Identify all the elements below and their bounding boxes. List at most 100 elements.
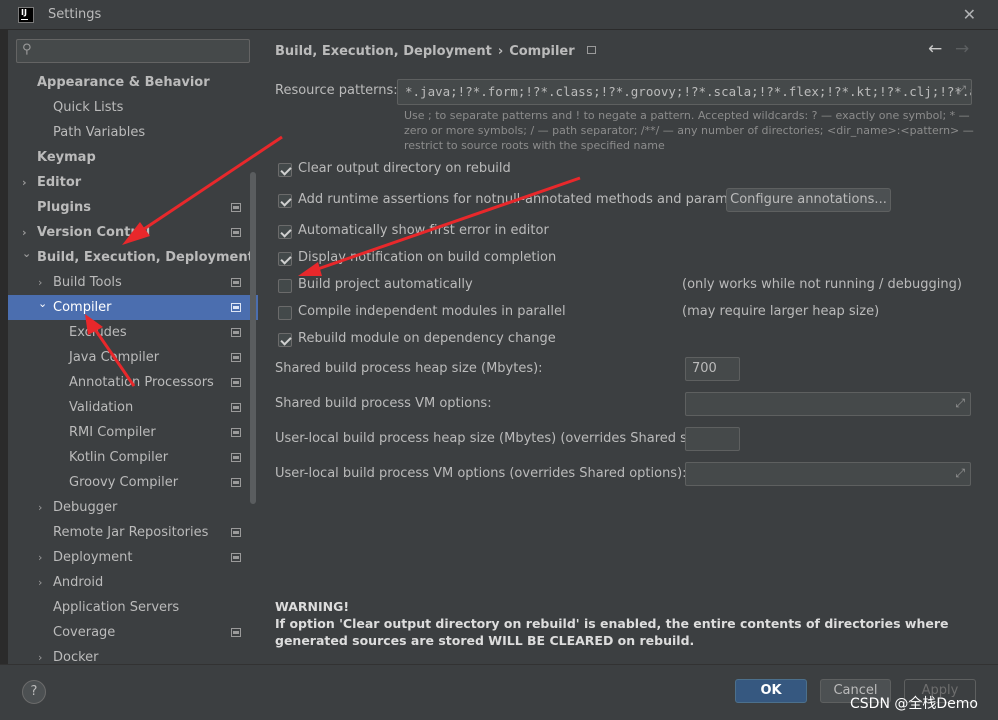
sidebar-item-excludes[interactable]: Excludes xyxy=(8,320,258,345)
project-scope-icon xyxy=(231,328,241,337)
sidebar-item-quick-lists[interactable]: Quick Lists xyxy=(8,95,258,120)
sidebar-item-appearance-behavior[interactable]: Appearance & Behavior xyxy=(8,70,258,95)
configure-annotations-button[interactable]: Configure annotations... xyxy=(726,188,891,212)
intellij-app-icon: IJ xyxy=(18,7,34,23)
settings-search-input[interactable]: ⚲ xyxy=(16,39,250,63)
chevron-down-icon[interactable]: ⌄ xyxy=(22,241,31,266)
sidebar-item-application-servers[interactable]: Application Servers xyxy=(8,595,258,620)
sidebar-item-compiler[interactable]: ⌄ Compiler xyxy=(8,295,258,320)
close-icon[interactable]: ✕ xyxy=(963,5,976,24)
project-scope-icon xyxy=(586,46,596,54)
project-scope-icon xyxy=(231,478,241,487)
shared-heap-size-input[interactable]: 700 xyxy=(685,357,740,381)
resource-patterns-label: Resource patterns: xyxy=(275,83,398,98)
checkbox-label: Clear output directory on rebuild xyxy=(298,161,511,176)
help-button[interactable]: ? xyxy=(22,680,46,704)
checkbox-label: Compile independent modules in parallel xyxy=(298,304,566,319)
checkbox[interactable] xyxy=(278,306,292,320)
sidebar-item-label: Coverage xyxy=(53,625,116,640)
shared-vm-options-label: Shared build process VM options: xyxy=(275,396,492,411)
option-note: (only works while not running / debuggin… xyxy=(682,277,962,292)
expand-field-icon[interactable]: ⤢ xyxy=(955,466,965,481)
expand-field-icon[interactable]: ⤢ xyxy=(956,83,966,98)
sidebar-item-version-control[interactable]: › Version Control xyxy=(8,220,258,245)
sidebar-item-annotation-processors[interactable]: Annotation Processors xyxy=(8,370,258,395)
checkbox[interactable] xyxy=(278,194,292,208)
resource-patterns-value: *.java;!?*.form;!?*.class;!?*.groovy;!?*… xyxy=(405,84,972,99)
project-scope-icon xyxy=(231,378,241,387)
ok-button[interactable]: OK xyxy=(735,679,807,703)
chevron-down-icon[interactable]: ⌄ xyxy=(38,291,47,316)
compiler-settings-panel: Build, Execution, Deployment › Compiler ← … xyxy=(258,30,998,664)
chevron-right-icon[interactable]: › xyxy=(22,170,27,195)
user-local-vm-options-label: User-local build process VM options (ove… xyxy=(275,466,687,481)
sidebar-item-groovy-compiler[interactable]: Groovy Compiler xyxy=(8,470,258,495)
sidebar-item-label: Remote Jar Repositories xyxy=(53,525,209,540)
expand-field-icon[interactable]: ⤢ xyxy=(955,396,965,411)
shared-vm-options-input[interactable]: ⤢ xyxy=(685,392,971,416)
sidebar-item-kotlin-compiler[interactable]: Kotlin Compiler xyxy=(8,445,258,470)
sidebar-item-android[interactable]: › Android xyxy=(8,570,258,595)
sidebar-item-label: Validation xyxy=(69,400,134,415)
project-scope-icon xyxy=(231,353,241,362)
user-local-vm-options-input[interactable]: ⤢ xyxy=(685,462,971,486)
sidebar-item-coverage[interactable]: Coverage xyxy=(8,620,258,645)
sidebar-item-label: Build, Execution, Deployment xyxy=(37,250,254,265)
project-scope-icon xyxy=(231,303,241,312)
sidebar-item-label: Version Control xyxy=(37,225,151,240)
option-note: (may require larger heap size) xyxy=(682,304,880,319)
user-local-heap-size-input[interactable] xyxy=(685,427,740,451)
sidebar-item-validation[interactable]: Validation xyxy=(8,395,258,420)
sidebar-item-label: Application Servers xyxy=(53,600,180,615)
sidebar-item-label: Plugins xyxy=(37,200,91,215)
sidebar-item-editor[interactable]: › Editor xyxy=(8,170,258,195)
checkbox[interactable] xyxy=(278,333,292,347)
shared-heap-size-value: 700 xyxy=(692,361,717,376)
sidebar-item-label: Appearance & Behavior xyxy=(37,75,210,90)
sidebar-item-label: Deployment xyxy=(53,550,133,565)
checkbox[interactable] xyxy=(278,225,292,239)
sidebar-item-label: Android xyxy=(53,575,104,590)
sidebar-item-java-compiler[interactable]: Java Compiler xyxy=(8,345,258,370)
checkbox-label: Display notification on build completion xyxy=(298,250,557,265)
project-scope-icon xyxy=(231,453,241,462)
settings-sidebar: ⚲ Appearance & Behavior Quick Lists Path V… xyxy=(8,30,258,665)
resource-patterns-input[interactable]: *.java;!?*.form;!?*.class;!?*.groovy;!?*… xyxy=(397,79,972,105)
csdn-watermark: CSDN @全栈Demo xyxy=(850,696,978,712)
checkbox[interactable] xyxy=(278,163,292,177)
sidebar-item-rmi-compiler[interactable]: RMI Compiler xyxy=(8,420,258,445)
chevron-right-icon[interactable]: › xyxy=(38,495,42,520)
dialog-footer: ? OK Cancel Apply CSDN @全栈Demo xyxy=(0,664,998,720)
sidebar-item-label: Java Compiler xyxy=(69,350,160,365)
sidebar-item-label: Editor xyxy=(37,175,82,190)
sidebar-item-path-variables[interactable]: Path Variables xyxy=(8,120,258,145)
project-scope-icon xyxy=(231,203,241,212)
breadcrumb-separator: › xyxy=(497,44,504,59)
window-title: Settings xyxy=(48,7,102,22)
sidebar-item-label: Quick Lists xyxy=(53,100,124,115)
sidebar-item-remote-jar-repositories[interactable]: Remote Jar Repositories xyxy=(8,520,258,545)
sidebar-item-label: Excludes xyxy=(69,325,127,340)
back-arrow-icon[interactable]: ← xyxy=(928,39,942,59)
warning-body: If option 'Clear output directory on reb… xyxy=(275,616,949,648)
search-icon: ⚲ xyxy=(22,42,32,57)
sidebar-item-label: Groovy Compiler xyxy=(69,475,179,490)
checkbox[interactable] xyxy=(278,252,292,266)
chevron-right-icon[interactable]: › xyxy=(38,545,42,570)
project-scope-icon xyxy=(231,278,241,287)
checkbox-label: Rebuild module on dependency change xyxy=(298,331,556,346)
sidebar-item-label: RMI Compiler xyxy=(69,425,156,440)
sidebar-item-build-execution-deployment[interactable]: ⌄ Build, Execution, Deployment xyxy=(8,245,258,270)
checkbox[interactable] xyxy=(278,279,292,293)
sidebar-item-label: Annotation Processors xyxy=(69,375,214,390)
forward-arrow-icon[interactable]: → xyxy=(955,39,969,59)
sidebar-item-debugger[interactable]: › Debugger xyxy=(8,495,258,520)
chevron-right-icon[interactable]: › xyxy=(38,570,42,595)
sidebar-item-label: Build Tools xyxy=(53,275,122,290)
sidebar-item-plugins[interactable]: Plugins xyxy=(8,195,258,220)
sidebar-item-keymap[interactable]: Keymap xyxy=(8,145,258,170)
sidebar-scrollbar[interactable] xyxy=(250,172,256,504)
warning-title: WARNING! xyxy=(275,599,350,614)
sidebar-item-deployment[interactable]: › Deployment xyxy=(8,545,258,570)
breadcrumb: Build, Execution, Deployment › Compiler xyxy=(275,44,596,59)
